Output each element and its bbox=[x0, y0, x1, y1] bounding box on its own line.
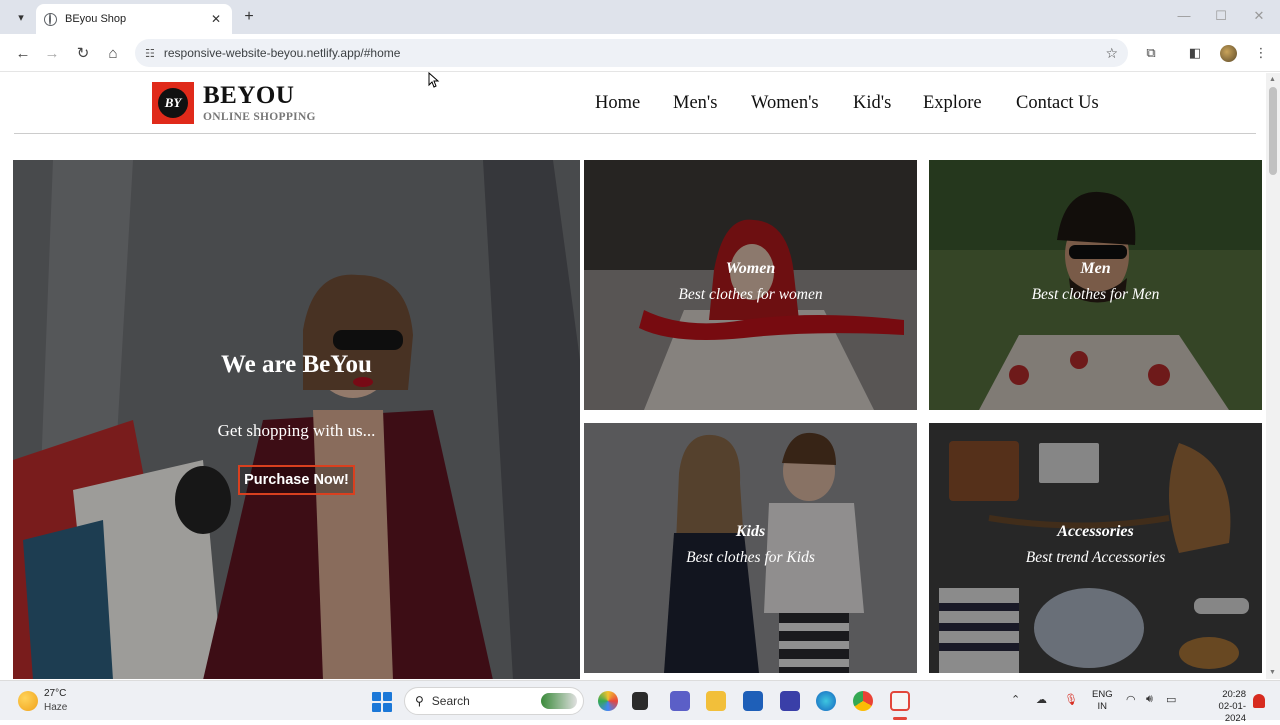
globe-favicon-icon bbox=[44, 12, 57, 26]
men-overlay bbox=[929, 160, 1262, 410]
windows-start-icon[interactable] bbox=[372, 692, 392, 712]
hero-banner: We are BeYou Get shopping with us... Pur… bbox=[13, 160, 580, 679]
tray-overflow-icon[interactable]: ⌃ bbox=[1011, 693, 1020, 706]
purchase-now-button[interactable]: Purchase Now! bbox=[238, 465, 355, 495]
nav-home[interactable]: Home bbox=[595, 93, 640, 114]
accessories-subtitle: Best trend Accessories bbox=[1025, 549, 1166, 566]
url-text[interactable]: responsive-website-beyou.netlify.app/#ho… bbox=[164, 46, 1106, 60]
header-divider bbox=[14, 133, 1256, 134]
search-icon: ⚲ bbox=[415, 694, 424, 708]
browser-tab-active[interactable]: BEyou Shop ✕ bbox=[36, 4, 232, 34]
kids-title: Kids bbox=[735, 523, 766, 540]
microsoft-store-icon[interactable] bbox=[743, 691, 763, 711]
tab-search-dropdown-icon[interactable]: ▾ bbox=[10, 7, 32, 27]
region-code: IN bbox=[1097, 701, 1108, 712]
volume-icon[interactable]: 🔊︎ bbox=[1146, 693, 1153, 706]
accessories-overlay bbox=[929, 423, 1262, 673]
bookmark-star-icon[interactable]: ☆ bbox=[1105, 45, 1118, 62]
edge-browser-icon[interactable] bbox=[816, 691, 836, 711]
clock-time: 20:28 bbox=[1222, 689, 1246, 700]
address-bar[interactable]: ☷ responsive-website-beyou.netlify.app/#… bbox=[135, 39, 1128, 67]
category-card-kids[interactable]: Kids Best clothes for Kids bbox=[584, 423, 917, 673]
men-title: Men bbox=[1080, 260, 1111, 277]
file-explorer-icon[interactable] bbox=[706, 691, 726, 711]
language-code: ENG bbox=[1092, 689, 1113, 700]
tab-title: BEyou Shop bbox=[65, 13, 127, 25]
category-card-men[interactable]: Men Best clothes for Men bbox=[929, 160, 1262, 410]
hero-title: We are BeYou bbox=[221, 351, 372, 378]
nav-explore[interactable]: Explore bbox=[923, 93, 982, 114]
notification-bell-icon[interactable] bbox=[1253, 694, 1265, 708]
task-view-icon[interactable] bbox=[632, 692, 648, 710]
category-card-accessories[interactable]: Accessories Best trend Accessories bbox=[929, 423, 1262, 673]
microphone-icon[interactable]: 🎙 bbox=[1064, 693, 1078, 706]
code-editor-icon[interactable] bbox=[780, 691, 800, 711]
women-subtitle: Best clothes for women bbox=[678, 286, 823, 303]
forward-arrow-icon[interactable]: → bbox=[41, 43, 63, 63]
chrome-icon[interactable] bbox=[853, 691, 873, 711]
weather-temperature[interactable]: 27°C bbox=[44, 688, 66, 699]
weather-condition[interactable]: Haze bbox=[44, 702, 67, 713]
wifi-icon[interactable]: ◠ bbox=[1126, 693, 1136, 706]
browser-tabstrip: ▾ BEyou Shop ✕ + — ☐ ✕ bbox=[0, 0, 1280, 34]
maximize-icon[interactable]: ☐ bbox=[1213, 8, 1229, 24]
scroll-down-icon[interactable]: ▼ bbox=[1269, 669, 1276, 676]
nav-womens[interactable]: Women's bbox=[751, 93, 819, 114]
browser-menu-icon[interactable]: ⋮ bbox=[1252, 44, 1270, 62]
kids-overlay bbox=[584, 423, 917, 673]
men-subtitle: Best clothes for Men bbox=[1031, 286, 1160, 303]
women-title: Women bbox=[725, 260, 776, 277]
battery-icon[interactable]: ▭ bbox=[1166, 693, 1176, 706]
web-page: BY BEYOU ONLINE SHOPPING Home Men's Wome… bbox=[0, 73, 1266, 679]
weather-sun-icon[interactable] bbox=[18, 691, 38, 711]
taskbar-search[interactable]: ⚲ Search bbox=[404, 687, 584, 715]
nav-contact[interactable]: Contact Us bbox=[1016, 93, 1099, 114]
onedrive-cloud-icon[interactable]: ☁ bbox=[1036, 693, 1047, 706]
profile-avatar[interactable] bbox=[1220, 45, 1237, 62]
scrollbar-thumb[interactable] bbox=[1269, 87, 1277, 175]
windows-taskbar: 27°C Haze ⚲ Search ⌃ ☁ 🎙 ENG IN ◠ 🔊︎ ▭ 2… bbox=[0, 680, 1280, 724]
teams-icon[interactable] bbox=[670, 691, 690, 711]
scroll-up-icon[interactable]: ▲ bbox=[1269, 76, 1276, 83]
site-info-icon[interactable]: ☷ bbox=[145, 47, 155, 60]
women-overlay bbox=[584, 160, 917, 410]
main-nav: Home Men's Women's Kid's Explore Contact… bbox=[0, 93, 1266, 117]
mouse-pointer-icon bbox=[428, 72, 440, 88]
browser-toolbar: ← → ↻ ⌂ ☷ responsive-website-beyou.netli… bbox=[0, 34, 1280, 72]
clock-date: 02-01-2024 bbox=[1218, 701, 1246, 724]
window-close-icon[interactable]: ✕ bbox=[1251, 8, 1267, 24]
snipping-tool-icon[interactable] bbox=[890, 691, 910, 711]
tab-close-icon[interactable]: ✕ bbox=[208, 12, 224, 26]
accessories-title: Accessories bbox=[1057, 523, 1134, 540]
taskbar-search-placeholder: Search bbox=[431, 694, 470, 708]
category-card-women[interactable]: Women Best clothes for women bbox=[584, 160, 917, 410]
new-tab-button[interactable]: + bbox=[240, 7, 258, 27]
page-scrollbar[interactable]: ▲ ▼ bbox=[1266, 73, 1280, 679]
side-panel-icon[interactable]: ◧ bbox=[1186, 44, 1204, 62]
home-icon[interactable]: ⌂ bbox=[102, 43, 124, 63]
nav-mens[interactable]: Men's bbox=[673, 93, 717, 114]
hero-overlay bbox=[13, 160, 580, 679]
hero-subtitle: Get shopping with us... bbox=[217, 421, 376, 440]
site-header: BY BEYOU ONLINE SHOPPING Home Men's Wome… bbox=[0, 73, 1266, 135]
reload-icon[interactable]: ↻ bbox=[72, 43, 94, 63]
minimize-icon[interactable]: — bbox=[1176, 8, 1192, 23]
nav-kids[interactable]: Kid's bbox=[853, 93, 891, 114]
copilot-icon[interactable] bbox=[598, 691, 618, 711]
search-highlight-icon bbox=[541, 693, 577, 709]
language-indicator[interactable]: ENG IN bbox=[1092, 689, 1113, 713]
back-arrow-icon[interactable]: ← bbox=[12, 43, 34, 63]
kids-subtitle: Best clothes for Kids bbox=[686, 549, 815, 566]
extensions-puzzle-icon[interactable]: ⧉ bbox=[1142, 44, 1160, 62]
